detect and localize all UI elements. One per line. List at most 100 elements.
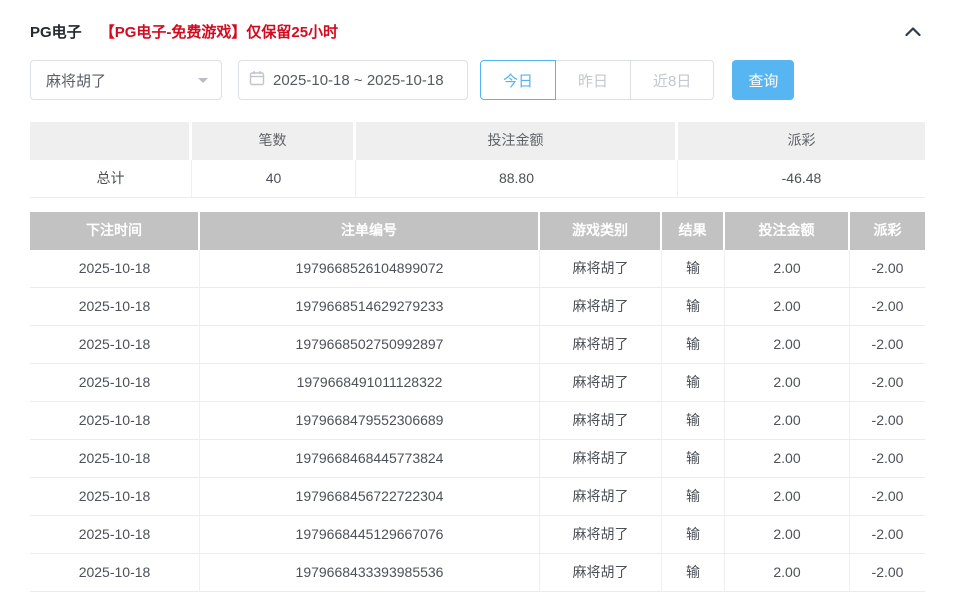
bet-time: 2025-10-18: [30, 364, 200, 402]
table-row: 2025-10-18 1979668479552306689 麻将胡了 输 2.…: [30, 402, 925, 440]
summary-total-bet-amount: 88.80: [356, 160, 678, 198]
summary-header-blank: [30, 122, 192, 160]
date-range-input[interactable]: 2025-10-18 ~ 2025-10-18: [238, 60, 468, 100]
bet-result: 输: [662, 516, 725, 554]
bets-header-time: 下注时间: [30, 212, 200, 250]
bet-order-no: 1979668468445773824: [200, 440, 540, 478]
range-button-today[interactable]: 今日: [480, 60, 556, 100]
bets-header-amount: 投注金额: [725, 212, 850, 250]
bet-time: 2025-10-18: [30, 288, 200, 326]
bet-amount: 2.00: [725, 478, 850, 516]
table-row: 2025-10-18 1979668445129667076 麻将胡了 输 2.…: [30, 516, 925, 554]
search-button[interactable]: 查询: [732, 60, 794, 100]
bet-game: 麻将胡了: [540, 250, 662, 288]
bet-payout: -2.00: [850, 440, 925, 478]
bet-time: 2025-10-18: [30, 250, 200, 288]
bet-result: 输: [662, 364, 725, 402]
panel-header: PG电子 【PG电子-免费游戏】仅保留25小时: [30, 20, 925, 42]
chevron-down-icon: [197, 71, 209, 89]
bet-order-no: 1979668445129667076: [200, 516, 540, 554]
bet-payout: -2.00: [850, 250, 925, 288]
range-button-last8days[interactable]: 近8日: [630, 60, 714, 100]
bet-result: 输: [662, 326, 725, 364]
calendar-icon: [249, 70, 265, 91]
bet-result: 输: [662, 288, 725, 326]
game-select-value: 麻将胡了: [46, 70, 197, 91]
bet-order-no: 1979668514629279233: [200, 288, 540, 326]
bet-payout: -2.00: [850, 478, 925, 516]
table-row: 2025-10-18 1979668433393985536 麻将胡了 输 2.…: [30, 554, 925, 592]
bet-payout: -2.00: [850, 364, 925, 402]
bet-result: 输: [662, 250, 725, 288]
bet-order-no: 1979668433393985536: [200, 554, 540, 592]
panel-title: PG电子: [30, 21, 82, 42]
bet-game: 麻将胡了: [540, 478, 662, 516]
bet-time: 2025-10-18: [30, 516, 200, 554]
bet-payout: -2.00: [850, 326, 925, 364]
quick-range-group: 今日 昨日 近8日: [480, 60, 714, 100]
bet-result: 输: [662, 440, 725, 478]
bet-game: 麻将胡了: [540, 554, 662, 592]
collapse-button[interactable]: [901, 20, 925, 42]
summary-header-payout: 派彩: [678, 122, 925, 160]
table-row: 2025-10-18 1979668491011128322 麻将胡了 输 2.…: [30, 364, 925, 402]
free-game-notice: 【PG电子-免费游戏】仅保留25小时: [100, 21, 338, 42]
bet-result: 输: [662, 402, 725, 440]
bet-order-no: 1979668502750992897: [200, 326, 540, 364]
game-select[interactable]: 麻将胡了: [30, 60, 222, 100]
bet-game: 麻将胡了: [540, 440, 662, 478]
bet-result: 输: [662, 554, 725, 592]
bet-game: 麻将胡了: [540, 326, 662, 364]
summary-total-row: 总计 40 88.80 -46.48: [30, 160, 925, 198]
bets-header-row: 下注时间 注单编号 游戏类别 结果 投注金额 派彩: [30, 212, 925, 250]
summary-total-count: 40: [192, 160, 356, 198]
filter-row: 麻将胡了 2025-10-18 ~ 2025-10-18 今日 昨日 近8日 查…: [30, 60, 925, 100]
bet-time: 2025-10-18: [30, 326, 200, 364]
bet-time: 2025-10-18: [30, 440, 200, 478]
table-row: 2025-10-18 1979668456722722304 麻将胡了 输 2.…: [30, 478, 925, 516]
summary-total-label: 总计: [30, 160, 192, 198]
bet-time: 2025-10-18: [30, 554, 200, 592]
bet-amount: 2.00: [725, 440, 850, 478]
summary-header-row: 笔数 投注金额 派彩: [30, 122, 925, 160]
bets-header-order-no: 注单编号: [200, 212, 540, 250]
bet-amount: 2.00: [725, 364, 850, 402]
bets-table-body: 2025-10-18 1979668526104899072 麻将胡了 输 2.…: [30, 250, 925, 592]
bet-amount: 2.00: [725, 554, 850, 592]
table-row: 2025-10-18 1979668526104899072 麻将胡了 输 2.…: [30, 250, 925, 288]
bet-order-no: 1979668491011128322: [200, 364, 540, 402]
bet-game: 麻将胡了: [540, 364, 662, 402]
bet-game: 麻将胡了: [540, 516, 662, 554]
bet-payout: -2.00: [850, 288, 925, 326]
bet-amount: 2.00: [725, 288, 850, 326]
bet-time: 2025-10-18: [30, 402, 200, 440]
pg-records-panel: PG电子 【PG电子-免费游戏】仅保留25小时 麻将胡了: [30, 20, 925, 592]
bet-order-no: 1979668456722722304: [200, 478, 540, 516]
bets-table: 下注时间 注单编号 游戏类别 结果 投注金额 派彩 2025-10-18 197…: [30, 212, 925, 592]
bet-amount: 2.00: [725, 516, 850, 554]
bet-amount: 2.00: [725, 402, 850, 440]
bet-payout: -2.00: [850, 554, 925, 592]
table-row: 2025-10-18 1979668514629279233 麻将胡了 输 2.…: [30, 288, 925, 326]
bet-game: 麻将胡了: [540, 402, 662, 440]
table-row: 2025-10-18 1979668502750992897 麻将胡了 输 2.…: [30, 326, 925, 364]
bet-game: 麻将胡了: [540, 288, 662, 326]
bet-amount: 2.00: [725, 250, 850, 288]
range-button-yesterday[interactable]: 昨日: [555, 60, 631, 100]
table-row: 2025-10-18 1979668468445773824 麻将胡了 输 2.…: [30, 440, 925, 478]
summary-total-payout: -46.48: [678, 160, 925, 198]
summary-header-bet-amount: 投注金额: [356, 122, 678, 160]
bet-payout: -2.00: [850, 402, 925, 440]
bet-result: 输: [662, 478, 725, 516]
bets-header-payout: 派彩: [850, 212, 925, 250]
bets-header-result: 结果: [662, 212, 725, 250]
bet-amount: 2.00: [725, 326, 850, 364]
bets-header-game: 游戏类别: [540, 212, 662, 250]
chevron-up-icon: [905, 24, 921, 39]
bet-payout: -2.00: [850, 516, 925, 554]
summary-header-count: 笔数: [192, 122, 356, 160]
summary-table: 笔数 投注金额 派彩 总计 40 88.80 -46.48: [30, 122, 925, 198]
bet-order-no: 1979668526104899072: [200, 250, 540, 288]
date-range-value: 2025-10-18 ~ 2025-10-18: [273, 72, 444, 89]
bet-order-no: 1979668479552306689: [200, 402, 540, 440]
